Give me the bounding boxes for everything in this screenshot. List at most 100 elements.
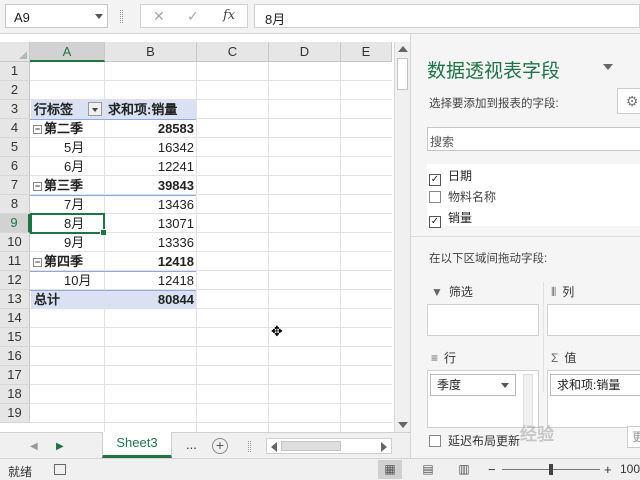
- prev-sheet-icon[interactable]: ◀: [30, 441, 38, 452]
- row-header-15[interactable]: 15: [0, 328, 30, 347]
- zoom-slider-knob[interactable]: [549, 464, 553, 475]
- next-sheet-icon[interactable]: ▶: [56, 441, 64, 452]
- insert-function-icon[interactable]: fx: [223, 8, 235, 23]
- cancel-icon[interactable]: ✕: [153, 8, 165, 25]
- gear-icon[interactable]: ⚙: [617, 88, 640, 114]
- field-item[interactable]: ✓ 日期: [429, 166, 472, 186]
- columns-zone[interactable]: [547, 304, 640, 336]
- panel-options-chevron-icon[interactable]: [603, 64, 613, 70]
- checkbox-checked-icon[interactable]: ✓: [429, 216, 441, 228]
- update-button[interactable]: 更: [627, 426, 640, 448]
- splitter-grip-icon[interactable]: [248, 441, 251, 452]
- zoom-out-button[interactable]: −: [488, 462, 496, 477]
- formula-content: 8月: [265, 12, 286, 27]
- name-box-value: A9: [14, 10, 30, 25]
- row-header-2[interactable]: 2: [0, 81, 30, 100]
- grid-line: [30, 384, 392, 385]
- horizontal-scrollbar[interactable]: [266, 438, 392, 454]
- value-field-pill[interactable]: 求和项:销量: [550, 374, 640, 396]
- row-header-12[interactable]: 12: [0, 271, 30, 290]
- column-header-d[interactable]: D: [269, 42, 341, 62]
- macro-record-icon[interactable]: [54, 464, 66, 475]
- search-placeholder: 搜索: [430, 135, 455, 149]
- pivot-item-label: 6月: [64, 159, 85, 174]
- pivot-group-label[interactable]: − 第二季: [33, 119, 104, 138]
- sheet-tabs-bar: ◀ ▶ Sheet3 ... +: [0, 432, 410, 458]
- page-break-view-icon[interactable]: ▥: [452, 460, 476, 479]
- divider: [411, 236, 640, 237]
- column-header-c[interactable]: C: [197, 42, 269, 62]
- collapse-icon[interactable]: −: [33, 258, 42, 267]
- rows-icon: ≡: [431, 351, 439, 365]
- scroll-thumb[interactable]: [281, 441, 341, 451]
- selected-cell[interactable]: [30, 213, 107, 236]
- row-header-1[interactable]: 1: [0, 62, 30, 81]
- chevron-down-icon[interactable]: [95, 14, 103, 19]
- row-header-17[interactable]: 17: [0, 366, 30, 385]
- filter-icon: ▼: [431, 285, 443, 299]
- row-header-4[interactable]: 4: [0, 119, 30, 138]
- defer-update-option[interactable]: 延迟布局更新: [429, 432, 520, 449]
- row-header-5[interactable]: 5: [0, 138, 30, 157]
- check-icon[interactable]: ✓: [187, 8, 199, 25]
- row-header-10[interactable]: 10: [0, 233, 30, 252]
- filter-zone[interactable]: [427, 304, 539, 336]
- row-header-8[interactable]: 8: [0, 195, 30, 214]
- normal-view-icon[interactable]: ▦: [378, 460, 402, 479]
- group-separator: [30, 195, 196, 196]
- name-box[interactable]: A9: [5, 4, 108, 28]
- pivot-group-label[interactable]: − 第四季: [33, 252, 104, 271]
- columns-zone-label: 列: [562, 285, 575, 299]
- sigma-icon: Σ: [551, 351, 559, 365]
- row-header-9[interactable]: 9: [0, 214, 30, 233]
- column-header-e[interactable]: E: [341, 42, 392, 62]
- filter-dropdown-icon[interactable]: [88, 102, 102, 116]
- checkbox-icon[interactable]: [429, 435, 441, 447]
- scroll-right-icon[interactable]: [381, 442, 387, 452]
- values-zone-label: 值: [564, 351, 577, 365]
- chevron-down-icon[interactable]: [501, 383, 509, 388]
- row-header-6[interactable]: 6: [0, 157, 30, 176]
- grid-line: [30, 327, 392, 328]
- zoom-level[interactable]: 100: [620, 462, 640, 476]
- values-zone[interactable]: 求和项:销量: [547, 370, 640, 428]
- row-header-3[interactable]: 3: [0, 100, 30, 119]
- more-sheets-button[interactable]: ...: [186, 437, 197, 452]
- row-header-19[interactable]: 19: [0, 404, 30, 423]
- row-header-14[interactable]: 14: [0, 309, 30, 328]
- page-layout-view-icon[interactable]: ▤: [416, 460, 440, 479]
- field-item[interactable]: 物料名称: [429, 187, 496, 207]
- field-search-input[interactable]: 搜索: [427, 127, 640, 151]
- row-header-11[interactable]: 11: [0, 252, 30, 271]
- checkbox-checked-icon[interactable]: ✓: [429, 174, 441, 186]
- zoom-in-button[interactable]: +: [604, 462, 612, 477]
- formula-input[interactable]: 8月: [254, 4, 640, 28]
- spreadsheet-grid[interactable]: A B C D E 1 2 3 4 5 6 7 8 9 10 11 12 13 14 15 16 17 18 19 …: [0, 42, 392, 432]
- scroll-up-icon[interactable]: [398, 46, 408, 52]
- scroll-down-icon[interactable]: [398, 422, 408, 428]
- row-field-pill[interactable]: 季度: [430, 374, 516, 396]
- field-item[interactable]: ✓ 销量: [429, 208, 472, 228]
- pivot-item-value: 13071: [157, 216, 194, 231]
- collapse-icon[interactable]: −: [33, 125, 42, 134]
- row-header-7[interactable]: 7: [0, 176, 30, 195]
- pivot-item-value: 13336: [157, 235, 194, 250]
- vertical-scrollbar[interactable]: [394, 42, 410, 432]
- add-sheet-icon[interactable]: +: [212, 438, 228, 454]
- pivot-item-value: 12241: [157, 159, 194, 174]
- row-header-18[interactable]: 18: [0, 385, 30, 404]
- collapse-icon[interactable]: −: [33, 182, 42, 191]
- sheet-tab-sheet3[interactable]: Sheet3: [102, 432, 172, 458]
- rows-zone-label: 行: [444, 351, 457, 365]
- column-header-b[interactable]: B: [105, 42, 197, 62]
- rows-zone-scrollbar[interactable]: [523, 374, 533, 426]
- scroll-left-icon[interactable]: [271, 442, 277, 452]
- checkbox-icon[interactable]: [429, 191, 441, 203]
- field-list: ✓ 日期 物料名称 ✓ 销量: [427, 164, 640, 228]
- scroll-thumb[interactable]: [397, 58, 408, 90]
- row-header-13[interactable]: 13: [0, 290, 30, 309]
- pivot-group-label[interactable]: − 第三季: [33, 176, 104, 195]
- column-header-a[interactable]: A: [30, 42, 105, 62]
- select-all-corner[interactable]: [0, 42, 30, 62]
- row-header-16[interactable]: 16: [0, 347, 30, 366]
